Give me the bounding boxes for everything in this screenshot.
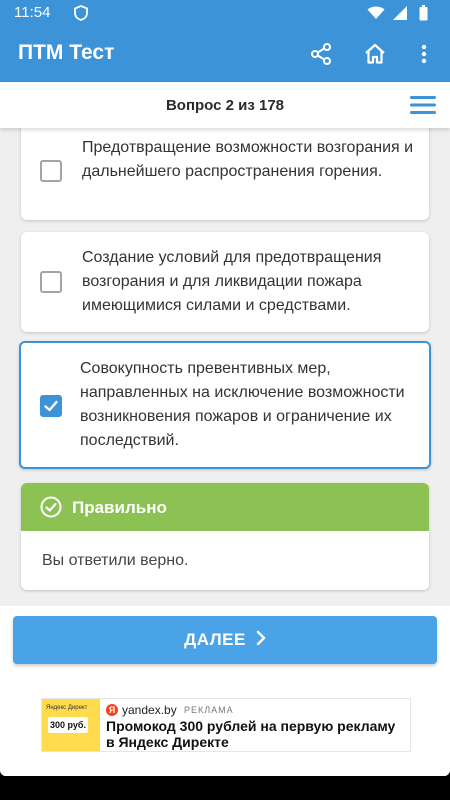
ad-label: РЕКЛАМА <box>184 705 234 715</box>
app-title: ПТМ Тест <box>18 41 115 64</box>
result-title: Правильно <box>72 498 167 517</box>
ad-thumb-brand: Яндекс Директ <box>46 705 88 711</box>
result-message: Вы ответили верно. <box>42 552 189 569</box>
ad-banner[interactable]: Яндекс Директ 300 руб. Я yandex.by РЕКЛА… <box>41 698 411 752</box>
answer-option-1[interactable]: Предотвращение возможности возгорания и … <box>21 128 429 220</box>
shield-icon <box>74 5 88 26</box>
status-time: 11:54 <box>14 4 51 21</box>
answer-text: Создание условий для предотвращения возг… <box>82 249 382 314</box>
wifi-icon <box>367 6 385 25</box>
answer-option-3[interactable]: Совокупность превентивных мер, направлен… <box>19 341 431 469</box>
ad-thumb-price: 300 руб. <box>48 717 88 733</box>
question-counter: Вопрос 2 из 178 <box>165 97 285 114</box>
status-bar: 11:54 <box>0 0 450 26</box>
ad-domain: yandex.by <box>122 703 177 717</box>
result-card: Правильно Вы ответили верно. <box>21 483 429 590</box>
check-circle-icon <box>40 496 62 523</box>
yandex-logo-icon: Я <box>106 704 118 716</box>
home-icon[interactable] <box>361 40 389 68</box>
share-icon[interactable] <box>307 40 335 68</box>
app-bar: ПТМ Тест <box>0 26 450 82</box>
chevron-right-icon <box>256 630 266 651</box>
result-header: Правильно <box>21 483 429 531</box>
ad-thumbnail: Яндекс Директ 300 руб. <box>42 699 100 751</box>
signal-icon <box>392 6 408 25</box>
system-nav-bar <box>0 776 450 800</box>
app-screen: 11:54 ПТМ Тест Вопрос 2 из 178 Предотвра… <box>0 0 450 776</box>
question-header: Вопрос 2 из 178 <box>0 82 450 128</box>
hamburger-menu-icon[interactable] <box>410 95 436 120</box>
answer-checkbox[interactable] <box>40 160 62 182</box>
answer-text: Предотвращение возможности возгорания и … <box>82 139 414 180</box>
more-vert-icon[interactable] <box>410 40 438 68</box>
next-button[interactable]: ДАЛЕЕ <box>13 616 437 664</box>
battery-icon <box>419 5 428 26</box>
answer-text: Совокупность превентивных мер, направлен… <box>80 360 405 449</box>
answer-checkbox[interactable] <box>40 271 62 293</box>
answer-checkbox-checked[interactable] <box>40 395 62 417</box>
answer-option-2[interactable]: Создание условий для предотвращения возг… <box>21 232 429 332</box>
next-button-label: ДАЛЕЕ <box>184 630 246 649</box>
ad-headline: Промокод 300 рублей на первую рекламу в … <box>106 718 396 750</box>
bottom-panel: ДАЛЕЕ Яндекс Директ 300 руб. Я yandex.by… <box>0 606 450 776</box>
question-content: Предотвращение возможности возгорания и … <box>0 128 450 606</box>
